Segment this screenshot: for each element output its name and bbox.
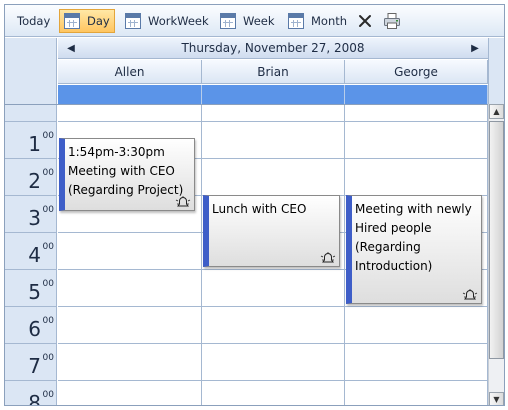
reminder-bell-icon: [320, 252, 336, 263]
hour-label: 1 00: [5, 121, 57, 158]
appointment-subject-cont: Hired people: [355, 221, 432, 235]
resource-header-allen: Allen: [58, 60, 202, 84]
header-scroll-spacer: [488, 38, 504, 104]
appointment-subject-cont: (Regarding Project): [68, 183, 184, 197]
scroll-down-arrow-icon[interactable]: ▼: [489, 392, 504, 405]
today-label: Today: [17, 14, 51, 28]
calendar-day-icon: [64, 13, 80, 29]
hour-label: 7 00: [5, 343, 57, 380]
day-view-button[interactable]: Day: [59, 9, 115, 33]
close-x-icon[interactable]: [357, 13, 373, 29]
chevron-right-icon[interactable]: ▶: [468, 40, 482, 56]
resource-header-row: Allen Brian George: [58, 60, 488, 84]
appointment-subject: Lunch with CEO: [212, 202, 307, 216]
appointment-george[interactable]: Meeting with newly Hired people (Regardi…: [346, 195, 482, 304]
vertical-scrollbar[interactable]: ▲ ▼: [488, 104, 504, 405]
time-ruler: 1 00 2 00 3 00 4 00 5 00 6 00 7 00 8 00: [5, 105, 57, 405]
resource-name: Allen: [114, 64, 145, 79]
all-day-row: [58, 85, 488, 104]
scroll-thumb[interactable]: [489, 121, 504, 359]
appointment-subject: Meeting with CEO: [68, 164, 175, 178]
week-view-button[interactable]: Week: [216, 9, 279, 33]
calendar-workweek-icon: [125, 13, 141, 29]
appointment-allen[interactable]: 1:54pm-3:30pm Meeting with CEO (Regardin…: [59, 138, 195, 211]
month-view-button[interactable]: Month: [284, 9, 351, 33]
all-day-cell-george[interactable]: [345, 85, 488, 104]
hour-label: 4 00: [5, 232, 57, 269]
reminder-bell-icon: [175, 196, 191, 207]
week-label: Week: [243, 14, 275, 28]
resource-header-george: George: [345, 60, 488, 84]
hour-label: 3 00: [5, 195, 57, 232]
appointment-subject-cont: Introduction): [355, 259, 433, 273]
scroll-up-arrow-icon[interactable]: ▲: [489, 104, 504, 119]
hour-label: 8 00: [5, 380, 57, 405]
scheduler-window: Today Day WorkWeek Week Month ◀ Thursday…: [4, 4, 505, 406]
appointment-subject: Meeting with newly: [355, 202, 472, 216]
workweek-view-button[interactable]: WorkWeek: [121, 9, 213, 33]
appointment-brian[interactable]: Lunch with CEO: [203, 195, 340, 267]
all-day-cell-brian[interactable]: [202, 85, 345, 104]
date-navigator: ◀ Thursday, November 27, 2008 ▶: [58, 38, 488, 59]
resource-name: George: [394, 64, 438, 79]
today-button[interactable]: Today: [13, 9, 54, 33]
printer-icon[interactable]: [383, 12, 401, 30]
hour-label: 5 00: [5, 269, 57, 306]
workweek-label: WorkWeek: [148, 14, 209, 28]
all-day-cell-allen[interactable]: [58, 85, 202, 104]
scheduler-toolbar: Today Day WorkWeek Week Month: [5, 5, 504, 37]
appointment-time: 1:54pm-3:30pm: [68, 145, 165, 159]
resource-header-brian: Brian: [202, 60, 345, 84]
hour-label: 2 00: [5, 158, 57, 195]
time-grid: 100 200 300 400 500 600 700 800: [5, 104, 488, 405]
day-label: Day: [87, 14, 110, 28]
calendar-month-icon: [288, 13, 304, 29]
current-date-label: Thursday, November 27, 2008: [181, 41, 365, 55]
appointment-subject-cont: (Regarding: [355, 240, 421, 254]
time-ruler-corner: [5, 38, 57, 104]
calendar-week-icon: [220, 13, 236, 29]
month-label: Month: [311, 14, 348, 28]
chevron-left-icon[interactable]: ◀: [64, 40, 78, 56]
hour-label: 6 00: [5, 306, 57, 343]
reminder-bell-icon: [462, 289, 478, 300]
resource-name: Brian: [257, 64, 289, 79]
